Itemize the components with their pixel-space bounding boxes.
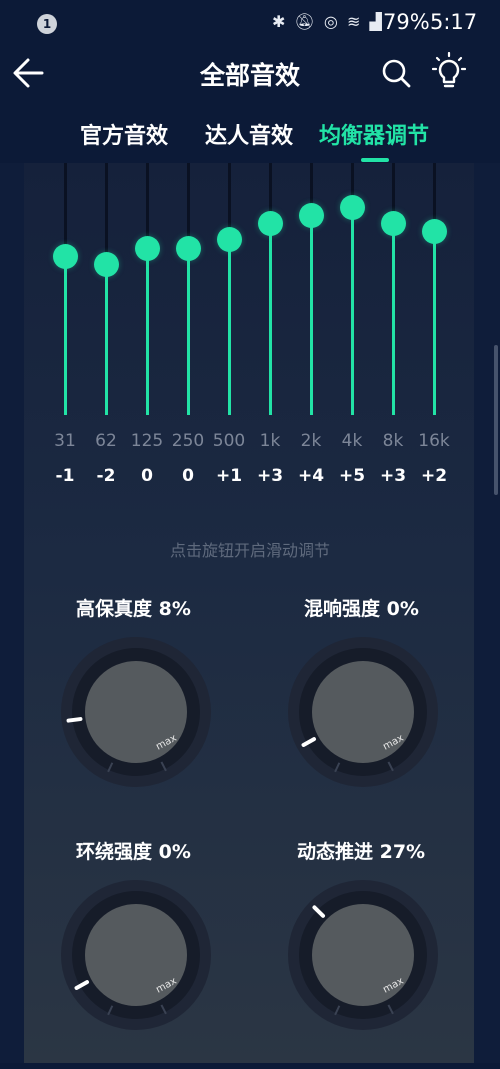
eq-fill (310, 215, 313, 415)
eq-fill (228, 239, 231, 415)
bottom-edge (0, 1063, 500, 1069)
dial-knob (312, 904, 414, 1006)
eq-slider-handle[interactable] (340, 194, 365, 220)
eq-slider-handle[interactable] (217, 227, 242, 253)
dial-indicator (66, 717, 83, 723)
eq-fill (146, 248, 149, 415)
dynamic-boost-knob[interactable]: max (287, 879, 439, 1031)
left-gutter (0, 163, 24, 1069)
dial-label-reverb: 混响强度 0% (304, 598, 419, 620)
reverb-knob[interactable]: max (287, 636, 439, 788)
right-gutter (474, 163, 500, 1069)
tab-equalizer[interactable]: 均衡器调节 (319, 118, 429, 150)
wifi-icon: ≋ (346, 12, 363, 31)
surround-knob[interactable]: max (60, 879, 212, 1031)
eq-slider-handle[interactable] (422, 219, 447, 245)
dial-label-fidelity: 高保真度 8% (76, 598, 191, 620)
eq-fill (64, 256, 67, 415)
eq-slider-handle[interactable] (176, 235, 201, 261)
eq-slider-handle[interactable] (381, 210, 406, 236)
status-bar: 1 ✱ 🔕︎ ◎ ≋ ▟ 79% 5:17 (0, 0, 500, 50)
eq-fill (105, 264, 108, 415)
tab-indicator (361, 158, 389, 162)
dial-knob (85, 661, 187, 763)
eq-fill (392, 223, 395, 415)
knob-hint-text: 点击旋钮开启滑动调节 (169, 541, 330, 560)
eq-frequency-label: 16k (418, 431, 450, 451)
eq-gain-value: +2 (420, 466, 448, 486)
status-icons: ✱ 🔕︎ ◎ ≋ ▟ (272, 12, 384, 31)
eq-slider-handle[interactable] (258, 210, 283, 236)
eq-fill (269, 223, 272, 415)
clock: 5:17 (430, 10, 478, 34)
mute-icon: 🔕︎ (294, 12, 317, 31)
eq-fill (433, 231, 436, 415)
bluetooth-icon: ✱ (272, 12, 288, 31)
page-title: 全部音效 (199, 61, 300, 90)
dial-knob (312, 661, 414, 763)
fidelity-knob[interactable]: max (60, 636, 212, 788)
notification-badge: 1 (37, 14, 57, 34)
tab-expert-effects[interactable]: 达人音效 (205, 118, 293, 150)
lightbulb-icon[interactable] (432, 52, 466, 90)
eq-slider-handle[interactable] (94, 251, 119, 277)
dial-knob (85, 904, 187, 1006)
eq-slider-handle[interactable] (53, 243, 78, 269)
dial-label-dynamic: 动态推进 27% (297, 841, 426, 863)
eq-fill (351, 207, 354, 415)
battery-percent: 79% (383, 10, 430, 34)
tab-official-effects[interactable]: 官方音效 (80, 118, 168, 150)
5g-signal-icon: ▟ (369, 12, 384, 31)
eq-fill (187, 248, 190, 415)
scrollbar[interactable] (494, 345, 498, 495)
eq-band: 16k +2 (414, 163, 454, 493)
eq-slider-handle[interactable] (135, 235, 160, 261)
dial-label-surround: 环绕强度 0% (76, 841, 191, 863)
eq-slider-handle[interactable] (299, 202, 324, 228)
hotspot-icon: ◎ (323, 12, 340, 31)
tab-bar: 官方音效 达人音效 均衡器调节 (0, 118, 500, 162)
search-icon[interactable] (380, 57, 412, 89)
